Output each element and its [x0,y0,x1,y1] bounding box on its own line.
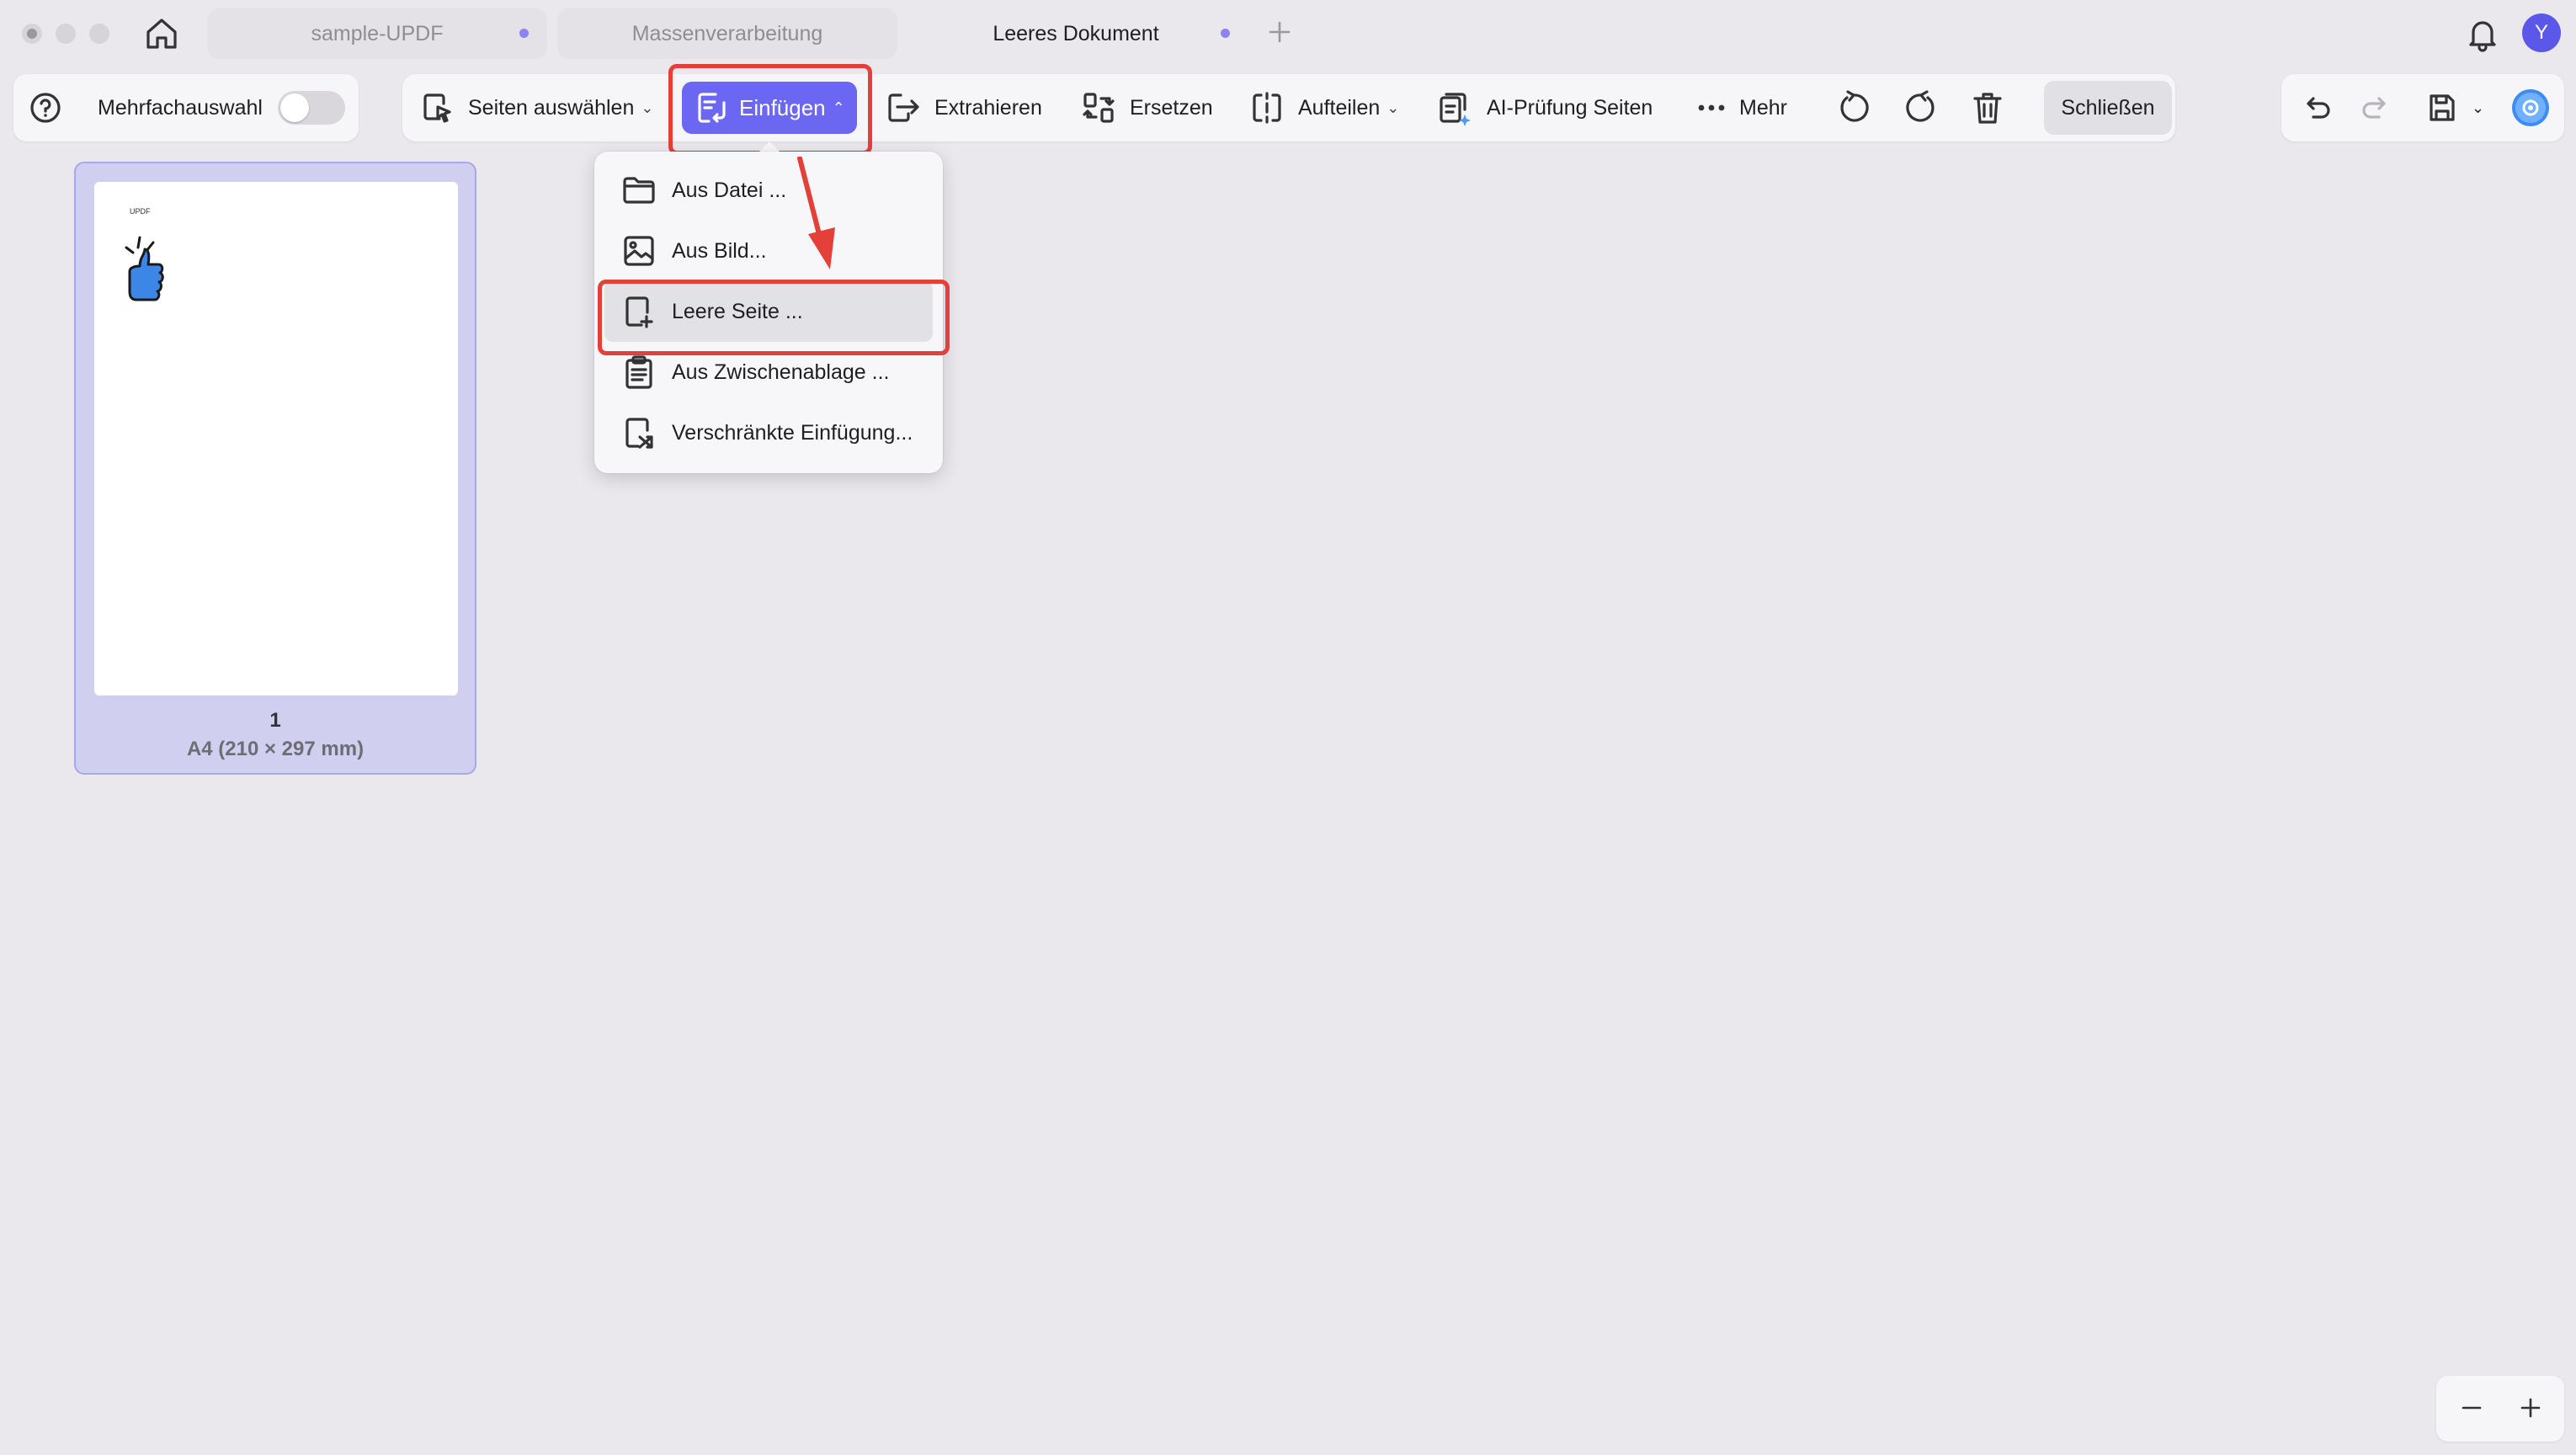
trash-icon[interactable] [1970,74,2005,141]
select-pages-button[interactable]: Seiten auswählen ⌄ [419,74,653,141]
title-bar: sample-UPDF Massenverarbeitung Leeres Do… [0,0,2576,67]
window-minimize-dot[interactable] [56,24,76,44]
page-size-label: A4 (210 × 297 mm) [186,738,365,760]
chevron-down-icon[interactable]: ⌄ [2472,74,2484,141]
unsaved-dot [1221,29,1230,38]
thumbs-up-icon [125,236,164,301]
ai-check-pages-button[interactable]: AI-Prüfung Seiten [1436,74,1653,141]
clipboard-icon [625,355,652,389]
page-number: 1 [269,709,281,732]
chevron-down-icon: ⌄ [1386,99,1400,116]
tab-label: sample-UPDF [311,21,444,45]
folder-icon [623,177,655,204]
window-close-dot-inner [27,29,37,39]
toolbar-left-group: Mehrfachauswahl [13,74,359,141]
select-pages-label: Seiten auswählen [468,95,635,120]
menu-item-interleaved-insert[interactable]: Verschränkte Einfügung... [594,402,943,463]
menu-item-from-image[interactable]: Aus Bild... [594,221,943,281]
rotate-right-icon[interactable] [1903,74,1940,141]
menu-item-label: Aus Bild... [672,238,767,263]
extract-button[interactable]: Extrahieren [884,74,1042,141]
toolbar-right-group: ⌄ [2281,74,2564,141]
multi-select-label: Mehrfachauswahl [98,95,263,120]
thumbnail-logo-text: UPDF [130,207,151,216]
menu-caret [759,141,780,152]
close-button[interactable]: Schließen [2044,81,2172,135]
annotation-arrow [797,157,835,269]
bell-icon[interactable] [2465,15,2500,52]
rotate-left-icon[interactable] [1835,74,1872,141]
menu-item-label: Aus Zwischenablage ... [672,360,890,384]
highlight-box-blank-page [598,280,950,355]
replace-button[interactable]: Ersetzen [1081,74,1213,141]
tab-label: Leeres Dokument [993,21,1159,45]
new-tab-plus-icon[interactable] [1264,17,1295,47]
unsaved-dot [519,29,529,38]
multi-select-toggle[interactable] [278,74,345,141]
save-icon[interactable] [2424,74,2458,141]
zoom-in-icon[interactable] [2515,1393,2546,1423]
replace-label: Ersetzen [1130,95,1213,120]
split-label: Aufteilen [1298,95,1381,120]
more-label: Mehr [1739,95,1787,120]
undo-icon[interactable] [2302,74,2334,141]
menu-item-label: Verschränkte Einfügung... [672,420,913,445]
extract-label: Extrahieren [934,95,1042,120]
zoom-controls [2436,1376,2564,1442]
more-button[interactable]: Mehr [1697,74,1787,141]
zoom-out-icon[interactable] [2456,1393,2487,1423]
redo-icon[interactable] [2359,74,2391,141]
help-icon[interactable] [29,74,62,141]
image-icon [624,236,654,266]
tab-sample-updf[interactable]: sample-UPDF [207,8,547,59]
shuffle-page-icon [625,418,653,449]
tab-massenverarbeitung[interactable]: Massenverarbeitung [557,8,897,59]
split-button[interactable]: Aufteilen ⌄ [1249,74,1399,141]
tab-label: Massenverarbeitung [631,21,823,45]
tab-leeres-dokument[interactable]: Leeres Dokument [906,8,1246,59]
menu-item-label: Aus Datei ... [672,178,787,202]
ai-assistant-icon[interactable] [2510,74,2551,141]
window-zoom-dot[interactable] [89,24,109,44]
avatar[interactable]: Y [2522,13,2561,52]
home-icon[interactable] [143,15,180,52]
menu-item-from-file[interactable]: Aus Datei ... [594,160,943,221]
ai-check-pages-label: AI-Prüfung Seiten [1487,95,1653,120]
page-thumbnail[interactable]: UPDF [94,182,458,696]
chevron-down-icon: ⌄ [641,99,654,116]
